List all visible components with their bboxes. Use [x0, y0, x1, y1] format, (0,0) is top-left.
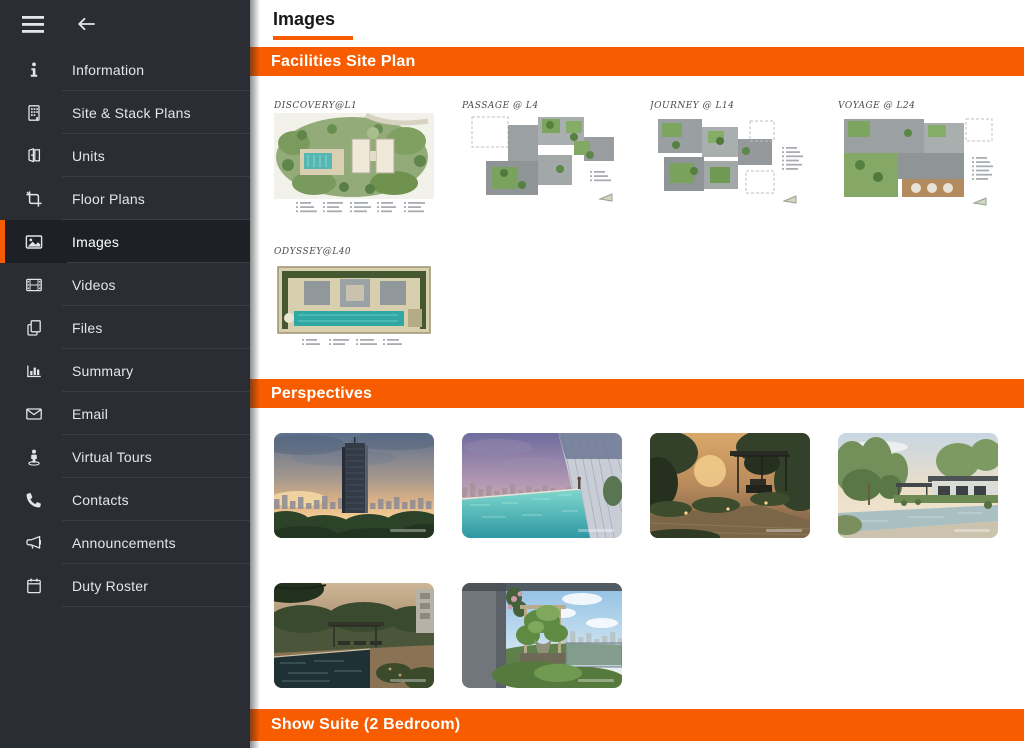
sidebar-item-summary[interactable]: Summary	[0, 349, 250, 392]
sidebar-item-virtual-tours[interactable]: Virtual Tours	[0, 435, 250, 478]
sidebar-item-announcements[interactable]: Announcements	[0, 521, 250, 564]
site-plan-image	[274, 259, 434, 359]
sidebar-item-duty-roster[interactable]: Duty Roster	[0, 564, 250, 607]
page-title: Images	[273, 9, 336, 29]
perspective-thumbnail-pool-deck-dusk[interactable]	[274, 583, 434, 688]
site-plan-image	[274, 113, 434, 213]
perspective-thumbnail-balcony-garden[interactable]	[462, 583, 622, 688]
envelope-icon	[25, 405, 43, 423]
page-header: Images	[250, 0, 1024, 47]
sidebar-item-videos[interactable]: Videos	[0, 263, 250, 306]
plan-caption: PASSAGE @ L4	[462, 101, 539, 111]
perspective-thumbnail-pool-facade[interactable]	[462, 433, 622, 538]
site-plan-thumbnail-voyage-l24[interactable]: VOYAGE @ L24	[838, 101, 998, 213]
sidebar-item-label: Virtual Tours	[72, 448, 152, 465]
megaphone-icon	[25, 534, 43, 552]
sidebar-item-label: Summary	[72, 362, 134, 379]
site-plan-thumbnail-odyssey-l40[interactable]: ODYSSEY@L40	[274, 247, 434, 359]
sidebar-item-floor-plans[interactable]: Floor Plans	[0, 177, 250, 220]
sidebar-item-label: Email	[72, 405, 109, 422]
facilities-grid: DISCOVERY@L1 PASSAGE @ L4 JOURNEY @ L14 …	[250, 76, 1024, 379]
film-icon	[25, 276, 43, 294]
sidebar-item-images[interactable]: Images	[0, 220, 250, 263]
sidebar-item-contacts[interactable]: Contacts	[0, 478, 250, 521]
sidebar-item-site-stack-plans[interactable]: Site & Stack Plans	[0, 91, 250, 134]
street-view-icon	[25, 448, 43, 466]
plan-caption: ODYSSEY@L40	[274, 247, 352, 257]
crop-icon	[25, 190, 43, 208]
sidebar-item-label: Site & Stack Plans	[72, 104, 191, 121]
plan-caption: DISCOVERY@L1	[274, 101, 358, 111]
sidebar: Information Site & Stack Plans Units Floor …	[0, 0, 250, 748]
phone-icon	[25, 491, 43, 509]
perspectives-grid	[250, 408, 1024, 709]
sidebar-item-label: Floor Plans	[72, 190, 146, 207]
perspective-thumbnail-villa-pool-dawn[interactable]	[838, 433, 998, 538]
sidebar-item-units[interactable]: Units	[0, 134, 250, 177]
sidebar-item-label: Units	[72, 147, 105, 164]
section-banner-perspectives: Perspectives	[250, 379, 1024, 408]
sidebar-topbar	[0, 0, 250, 48]
sidebar-menu: Information Site & Stack Plans Units Floor …	[0, 48, 250, 607]
plan-caption: VOYAGE @ L24	[838, 101, 916, 111]
building-icon	[25, 104, 43, 122]
sidebar-item-label: Announcements	[72, 534, 176, 551]
copy-icon	[25, 319, 43, 337]
calendar-icon	[25, 577, 43, 595]
main-content: Images Facilities Site Plan DISCOVERY@L1…	[250, 0, 1024, 748]
site-plan-image	[462, 113, 622, 213]
site-plan-thumbnail-discovery-l1[interactable]: DISCOVERY@L1	[274, 101, 434, 213]
sidebar-item-information[interactable]: Information	[0, 48, 250, 91]
section-facilities-site-plan: Facilities Site Plan DISCOVERY@L1 PASSAG…	[250, 47, 1024, 379]
door-open-icon	[25, 147, 43, 165]
section-banner-show-suite: Show Suite (2 Bedroom)	[250, 709, 1024, 741]
back-arrow-icon[interactable]	[77, 17, 95, 31]
plan-caption: JOURNEY @ L14	[650, 101, 735, 111]
section-banner-facilities: Facilities Site Plan	[250, 47, 1024, 76]
section-show-suite: Show Suite (2 Bedroom)	[250, 709, 1024, 741]
perspective-thumbnail-tower-sunset[interactable]	[274, 433, 434, 538]
site-plan-image	[650, 113, 810, 213]
perspective-thumbnail-terrace-dusk[interactable]	[650, 433, 810, 538]
sidebar-item-label: Files	[72, 319, 103, 336]
sidebar-item-label: Information	[72, 61, 145, 78]
info-icon	[25, 61, 43, 79]
site-plan-thumbnail-passage-l4[interactable]: PASSAGE @ L4	[462, 101, 622, 213]
section-perspectives: Perspectives	[250, 379, 1024, 709]
sidebar-item-label: Videos	[72, 276, 116, 293]
site-plan-thumbnail-journey-l14[interactable]: JOURNEY @ L14	[650, 101, 810, 213]
title-underline	[273, 36, 353, 40]
hamburger-icon[interactable]	[22, 15, 44, 33]
sidebar-item-label: Images	[72, 233, 120, 250]
sidebar-item-email[interactable]: Email	[0, 392, 250, 435]
bar-chart-icon	[25, 362, 43, 380]
sidebar-item-label: Contacts	[72, 491, 129, 508]
image-icon	[25, 233, 43, 251]
sidebar-item-files[interactable]: Files	[0, 306, 250, 349]
sidebar-item-label: Duty Roster	[72, 577, 149, 594]
app-window: Information Site & Stack Plans Units Floor …	[0, 0, 1024, 748]
site-plan-image	[838, 113, 998, 213]
